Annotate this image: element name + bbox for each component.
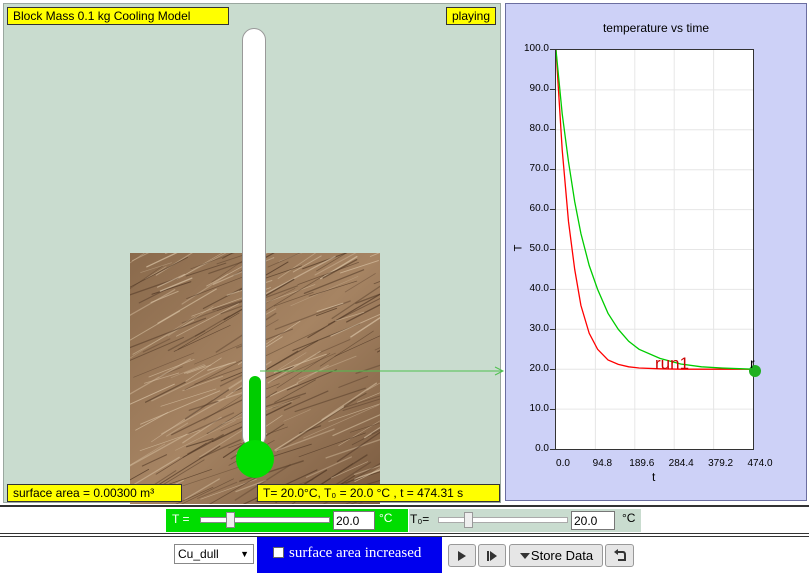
material-select-value: Cu_dull (178, 547, 219, 561)
x-tick-label: 474.0 (747, 458, 773, 469)
step-button[interactable] (478, 544, 506, 567)
thermometer-bulb (236, 440, 274, 478)
reset-icon (613, 549, 626, 561)
simulation-panel: Block Mass 0.1 kg Cooling Model playing … (3, 3, 505, 504)
surface-area-toggle[interactable]: surface area increased (257, 537, 442, 573)
y-tick-label: 50.0 (529, 243, 549, 254)
temp-label: T = (172, 512, 190, 526)
y-tick-label: 40.0 (529, 283, 549, 294)
x-tick-label: 379.2 (708, 458, 734, 469)
surface-area-checkbox[interactable] (273, 547, 284, 558)
x-tick-label: 94.8 (592, 458, 613, 469)
y-tick-mark (550, 409, 555, 410)
separator-top (0, 505, 809, 507)
t0-slider-track[interactable] (438, 517, 568, 523)
sim-title: Block Mass 0.1 kg Cooling Model (7, 7, 229, 25)
store-data-label: Store Data (530, 548, 594, 563)
x-tick-label: 284.4 (668, 458, 694, 469)
t0-unit: °C (622, 511, 636, 525)
y-tick-mark (550, 209, 555, 210)
material-select[interactable]: Cu_dull ▼ (174, 544, 254, 564)
t0-slider-thumb[interactable] (464, 512, 473, 528)
step-icon (487, 550, 497, 561)
y-tick-label: 90.0 (529, 83, 549, 94)
y-tick-label: 30.0 (529, 323, 549, 334)
truncated-label: r (750, 355, 755, 371)
graph-title: temperature vs time (602, 21, 710, 35)
temp-unit: °C (379, 511, 393, 525)
temp-slider-track[interactable] (200, 517, 330, 523)
y-tick-label: 60.0 (529, 203, 549, 214)
x-tick-label: 0.0 (556, 458, 570, 469)
x-tick-label: 189.6 (629, 458, 655, 469)
y-axis-label: T (512, 244, 525, 252)
plot-svg (555, 49, 754, 449)
y-tick-label: 70.0 (529, 163, 549, 174)
y-tick-label: 100.0 (523, 43, 549, 54)
y-tick-mark (550, 449, 555, 450)
y-tick-label: 10.0 (529, 403, 549, 414)
x-axis-label: t (652, 470, 656, 484)
temp-value-field[interactable]: 20.0 (333, 511, 375, 530)
store-data-button[interactable]: Store Data (509, 544, 603, 567)
reset-button[interactable] (605, 544, 634, 567)
temp-slider-thumb[interactable] (226, 512, 235, 528)
y-tick-label: 0.0 (535, 443, 549, 454)
run1-label: run1 (655, 354, 690, 373)
y-tick-mark (550, 369, 555, 370)
separator-middle (0, 533, 809, 534)
y-tick-mark (550, 49, 555, 50)
surface-area-checkbox-label: surface area increased (289, 545, 422, 561)
y-tick-label: 20.0 (529, 363, 549, 374)
y-tick-mark (550, 129, 555, 130)
y-tick-label: 80.0 (529, 123, 549, 134)
readout-label: T= 20.0°C, T₀ = 20.0 °C , t = 474.31 s (257, 484, 500, 502)
play-icon (458, 550, 466, 561)
triangle-down-icon (519, 552, 530, 559)
y-tick-mark (550, 249, 555, 250)
t0-label: T₀= (410, 512, 430, 526)
chevron-down-icon: ▼ (240, 549, 249, 559)
play-button[interactable] (448, 544, 476, 567)
y-tick-mark (550, 169, 555, 170)
plot-area[interactable] (555, 49, 754, 450)
y-tick-mark (550, 89, 555, 90)
temperature-arrow (260, 366, 505, 376)
surface-area-label: surface area = 0.00300 m³ (7, 484, 182, 502)
status-label: playing (446, 7, 497, 25)
y-tick-mark (550, 329, 555, 330)
y-tick-mark (550, 289, 555, 290)
t0-value-field[interactable]: 20.0 (571, 511, 615, 530)
